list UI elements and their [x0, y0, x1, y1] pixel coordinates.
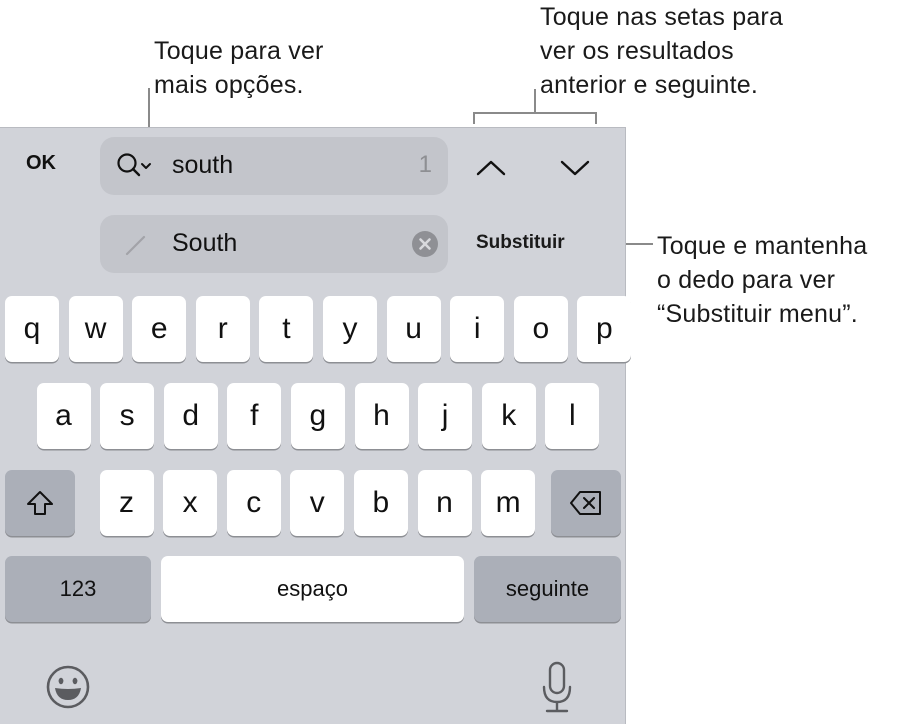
- key-label: o: [532, 312, 550, 345]
- key-t[interactable]: t: [259, 296, 314, 362]
- key-j[interactable]: j: [418, 383, 473, 449]
- key-label: w: [84, 312, 107, 345]
- key-g[interactable]: g: [290, 383, 345, 449]
- numbers-key-label: 123: [59, 576, 97, 601]
- key-label: d: [182, 399, 200, 432]
- callout-more-options: Toque para ver mais opções.: [154, 37, 324, 99]
- emoji-icon[interactable]: [44, 663, 92, 711]
- key-label: y: [342, 312, 358, 345]
- key-label: p: [596, 312, 613, 345]
- key-c[interactable]: c: [226, 470, 281, 536]
- search-options-icon[interactable]: [116, 152, 158, 180]
- key-v[interactable]: v: [290, 470, 345, 536]
- key-x[interactable]: x: [163, 470, 218, 536]
- key-n[interactable]: n: [417, 470, 472, 536]
- numbers-key[interactable]: 123: [5, 556, 151, 622]
- callout-arrows: Toque nas setas para ver os resultados a…: [540, 3, 784, 99]
- key-s[interactable]: s: [100, 383, 155, 449]
- key-label: t: [282, 312, 291, 345]
- key-k[interactable]: k: [481, 383, 536, 449]
- key-i[interactable]: i: [450, 296, 505, 362]
- previous-result-button[interactable]: [471, 150, 511, 186]
- key-p[interactable]: p: [577, 296, 632, 362]
- key-label: j: [441, 399, 449, 432]
- key-o[interactable]: o: [513, 296, 568, 362]
- space-key-label: espaço: [277, 576, 348, 601]
- key-label: g: [309, 399, 327, 432]
- key-label: v: [309, 486, 325, 519]
- clear-icon: [419, 238, 431, 250]
- key-z[interactable]: z: [99, 470, 154, 536]
- key-label: u: [405, 312, 422, 345]
- key-d[interactable]: d: [163, 383, 218, 449]
- key-u[interactable]: u: [386, 296, 441, 362]
- key-a[interactable]: a: [36, 383, 91, 449]
- callout-replace-menu: Toque e mantenha o dedo para ver “Substi…: [657, 232, 868, 328]
- shift-icon: [27, 491, 53, 515]
- key-label: l: [568, 399, 576, 432]
- key-w[interactable]: w: [68, 296, 123, 362]
- key-f[interactable]: f: [227, 383, 282, 449]
- chevron-up-icon: [476, 160, 506, 176]
- key-label: m: [495, 486, 521, 519]
- ok-button[interactable]: OK: [26, 152, 56, 175]
- callout-bracket-left: [473, 112, 475, 124]
- key-label: b: [372, 486, 390, 519]
- space-key[interactable]: espaço: [161, 556, 464, 622]
- pencil-icon: [125, 235, 146, 256]
- next-result-button[interactable]: [555, 150, 595, 186]
- find-input[interactable]: south: [172, 151, 233, 180]
- microphone-icon[interactable]: [537, 660, 577, 716]
- key-label: a: [55, 399, 72, 432]
- key-l[interactable]: l: [545, 383, 600, 449]
- return-key[interactable]: seguinte: [474, 556, 621, 622]
- replace-button[interactable]: Substituir: [476, 232, 565, 254]
- shift-key[interactable]: [5, 470, 75, 536]
- key-label: n: [436, 486, 453, 519]
- key-y[interactable]: y: [323, 296, 377, 362]
- key-label: k: [501, 399, 517, 432]
- key-label: x: [182, 486, 198, 519]
- key-r[interactable]: r: [195, 296, 250, 362]
- key-label: e: [150, 312, 168, 345]
- clear-button[interactable]: [412, 231, 438, 257]
- replace-input[interactable]: South: [172, 229, 237, 258]
- key-q[interactable]: q: [5, 296, 59, 362]
- key-label: z: [119, 486, 134, 519]
- key-label: h: [373, 399, 390, 432]
- key-label: r: [217, 312, 228, 345]
- key-label: i: [473, 312, 481, 345]
- delete-icon: [570, 491, 601, 515]
- key-label: c: [246, 486, 262, 519]
- delete-key[interactable]: [551, 470, 621, 536]
- key-m[interactable]: m: [481, 470, 536, 536]
- find-field[interactable]: south 1: [100, 137, 448, 195]
- key-b[interactable]: b: [353, 470, 408, 536]
- key-label: q: [23, 312, 41, 345]
- key-e[interactable]: e: [132, 296, 187, 362]
- key-label: s: [119, 399, 135, 432]
- return-key-label: seguinte: [505, 576, 590, 601]
- match-count: 1: [418, 151, 432, 178]
- callout-bracket-stem: [534, 89, 536, 113]
- key-h[interactable]: h: [354, 383, 409, 449]
- callout-bracket-top: [473, 112, 597, 114]
- key-label: f: [250, 399, 259, 432]
- callout-bracket-right: [595, 112, 597, 124]
- chevron-down-icon: [560, 160, 590, 176]
- replace-field[interactable]: South: [100, 215, 448, 273]
